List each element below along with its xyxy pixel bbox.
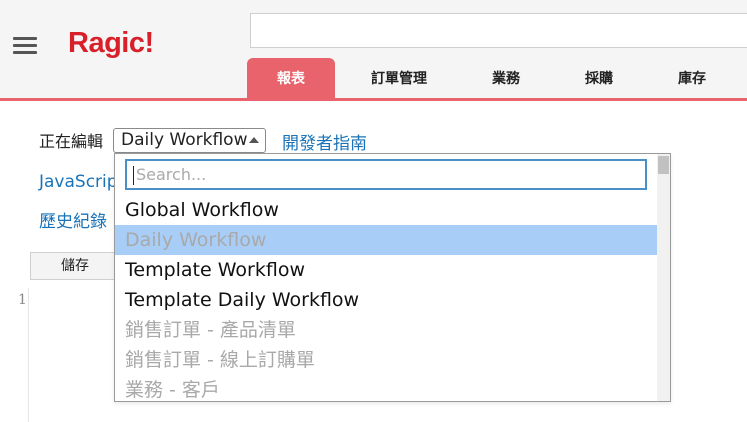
option-daily-workflow[interactable]: Daily Workflow bbox=[115, 225, 657, 255]
caret-up-icon bbox=[249, 137, 259, 143]
line-number: 1 bbox=[18, 292, 27, 308]
editing-label: 正在編輯 bbox=[39, 132, 104, 151]
dropdown-search-placeholder: Search... bbox=[136, 165, 207, 184]
tab-purchasing[interactable]: 採購 bbox=[563, 58, 635, 98]
ragic-logo[interactable]: Ragic! bbox=[68, 27, 154, 60]
option-sales-order-product-list: 銷售訂單 - 產品清單 bbox=[125, 319, 296, 341]
tab-reports[interactable]: 報表 bbox=[247, 58, 335, 98]
global-search-input[interactable] bbox=[250, 13, 747, 48]
scrollbar-thumb[interactable] bbox=[658, 156, 669, 174]
tab-sales[interactable]: 業務 bbox=[470, 58, 542, 98]
option-sales-customer: 業務 - 客戶 bbox=[125, 379, 220, 401]
tab-inventory[interactable]: 庫存 bbox=[656, 58, 728, 98]
script-select[interactable]: Daily Workflow bbox=[113, 128, 266, 153]
hamburger-menu-icon[interactable] bbox=[13, 37, 37, 55]
script-select-value: Daily Workflow bbox=[121, 130, 248, 150]
option-sales-order-online-order: 銷售訂單 - 線上訂購單 bbox=[125, 349, 315, 371]
dropdown-search-input[interactable]: Search... bbox=[125, 159, 647, 190]
text-cursor bbox=[133, 166, 134, 185]
dropdown-scrollbar[interactable] bbox=[657, 154, 670, 401]
option-global-workflow[interactable]: Global Workflow bbox=[115, 195, 657, 225]
javascript-link[interactable]: JavaScript bbox=[39, 172, 124, 192]
option-template-daily-workflow[interactable]: Template Daily Workflow bbox=[115, 285, 657, 315]
developer-guide-link[interactable]: 開發者指南 bbox=[282, 129, 367, 154]
line-number-gutter bbox=[0, 288, 29, 422]
nav-divider bbox=[0, 98, 747, 101]
script-dropdown[interactable]: Search... Global Workflow Daily Workflow… bbox=[114, 153, 671, 402]
history-link[interactable]: 歷史紀錄 bbox=[39, 207, 107, 232]
tab-order-management[interactable]: 訂單管理 bbox=[353, 58, 445, 98]
save-button[interactable]: 儲存 bbox=[30, 252, 120, 280]
option-template-workflow[interactable]: Template Workflow bbox=[115, 255, 657, 285]
dropdown-options: Global Workflow Daily Workflow Template … bbox=[115, 195, 657, 401]
